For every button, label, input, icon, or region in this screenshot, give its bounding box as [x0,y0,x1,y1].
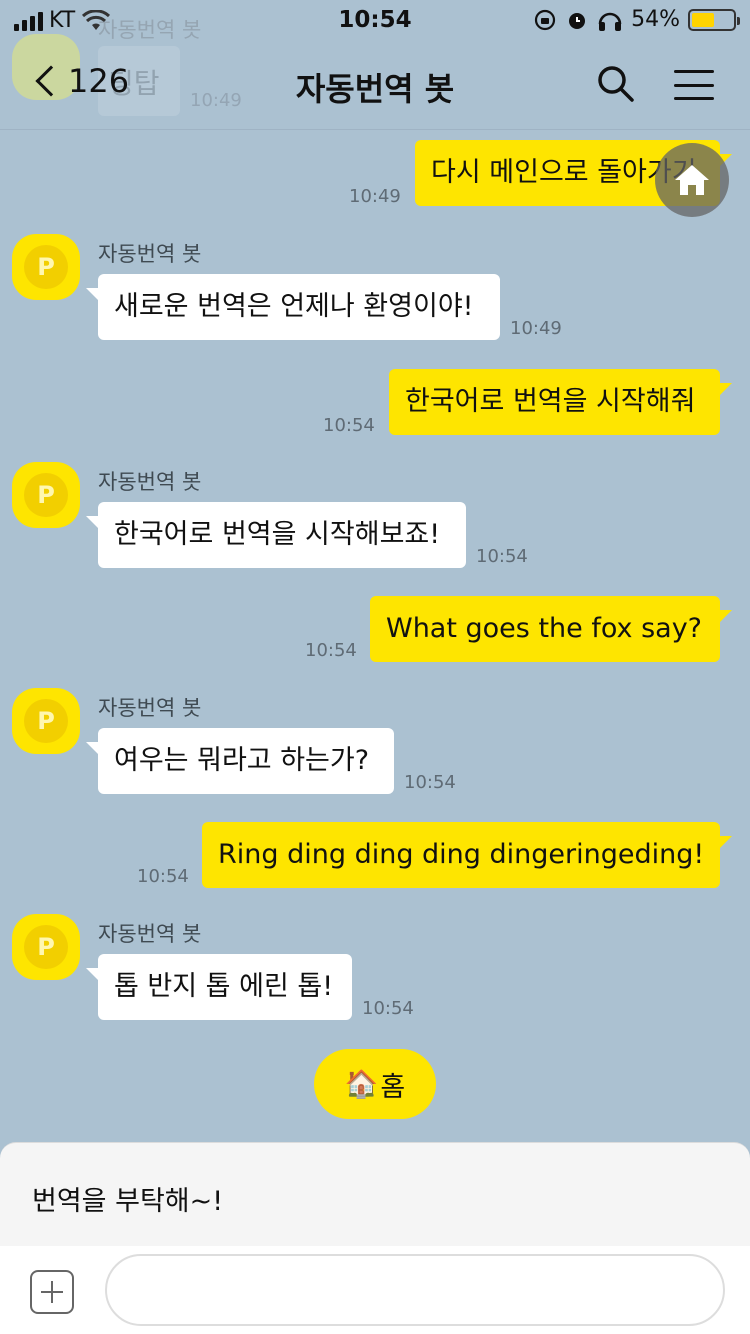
bot-message-bubble[interactable]: 새로운 번역은 언제나 환영이야! [86,274,500,341]
bot-avatar[interactable]: P [12,914,80,980]
sender-name: 자동번역 봇 [98,242,202,266]
home-floating-button[interactable] [655,143,729,217]
suggestion-panel[interactable]: 번역을 부탁해~! [0,1142,750,1246]
message-time: 10:49 [510,318,562,339]
unread-count: 126 [68,62,130,100]
p-coin-icon: P [24,925,68,969]
message-time: 10:54 [323,415,375,436]
my-message-bubble[interactable]: What goes the fox say? [370,596,732,663]
search-icon[interactable] [596,64,636,104]
input-bar [0,1246,750,1334]
p-coin-icon: P [24,699,68,743]
message-time: 10:54 [362,998,414,1019]
my-message-bubble[interactable]: Ring ding ding ding dingeringeding! [202,822,732,889]
plus-icon[interactable] [30,1270,74,1314]
message-input[interactable] [105,1254,725,1326]
ghost-sender-name: 자동번역 봇 [98,18,202,42]
sender-name: 자동번역 봇 [98,922,202,946]
bot-message-bubble[interactable]: 여우는 뭐라고 하는가? [86,728,394,795]
home-icon [675,165,709,195]
message-time: 10:49 [349,186,401,207]
battery-percent: 54% [631,7,680,32]
bot-avatar[interactable]: P [12,462,80,528]
back-button[interactable]: 126 [30,62,129,100]
my-message-bubble[interactable]: 한국어로 번역을 시작해줘 [389,369,732,436]
battery-icon [688,8,740,31]
p-coin-icon: P [24,245,68,289]
chat-header: 자동번역 봇 딩탑 10:49 126 자동번역 봇 [0,18,750,130]
message-time: 10:54 [476,546,528,567]
chevron-left-icon [35,65,67,97]
message-time: 10:54 [404,772,456,793]
quick-reply-home-button[interactable]: 🏠 홈 [314,1049,436,1119]
suggestion-text[interactable]: 번역을 부탁해~! [32,1179,223,1218]
hamburger-menu-icon[interactable] [674,70,714,100]
status-right: 54% [533,7,740,32]
house-emoji-icon: 🏠 [344,1069,379,1100]
alarm-icon [569,12,586,29]
message-time: 10:54 [137,866,189,887]
bot-avatar[interactable]: P [12,234,80,300]
p-coin-icon: P [24,473,68,517]
sender-name: 자동번역 봇 [98,696,202,720]
sender-name: 자동번역 봇 [98,470,202,494]
bot-avatar[interactable]: P [12,688,80,754]
bot-message-bubble[interactable]: 톱 반지 톱 에린 톱! [86,954,352,1021]
quick-reply-label: 홈 [380,1071,406,1103]
bot-message-bubble[interactable]: 한국어로 번역을 시작해보죠! [86,502,466,569]
battery-fill [692,12,714,27]
headphones-icon [598,12,622,31]
rotation-lock-icon [534,9,556,30]
message-time: 10:54 [305,640,357,661]
ghost-time: 10:49 [190,90,242,111]
